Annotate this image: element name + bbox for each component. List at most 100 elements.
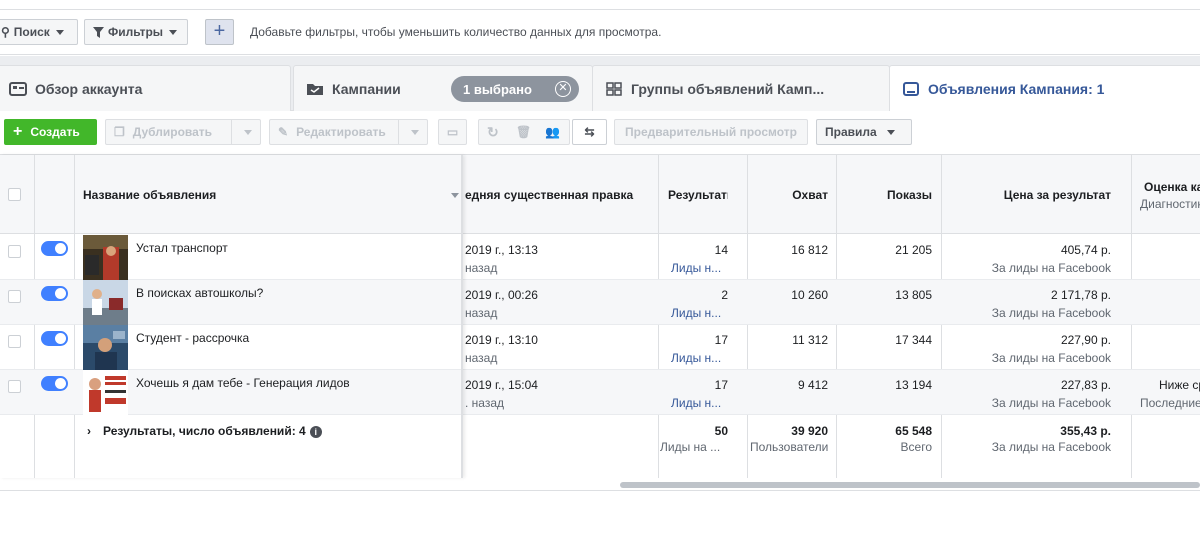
- chevron-right-icon[interactable]: ›: [87, 424, 91, 438]
- chevron-down-icon: [55, 29, 64, 35]
- duplicate-button[interactable]: ❐ Дублировать: [105, 119, 261, 145]
- column-quality[interactable]: Оценка ка: [1144, 180, 1200, 194]
- cost-type: За лиды на Facebook: [991, 396, 1111, 410]
- pencil-icon: ✎: [278, 125, 289, 139]
- results-type-link[interactable]: Лиды н...: [671, 261, 731, 275]
- results-type-link[interactable]: Лиды н...: [671, 351, 731, 365]
- ad-thumbnail: [83, 280, 128, 325]
- quality-ranking-sub: Последние: [1140, 396, 1200, 410]
- row-checkbox[interactable]: [8, 380, 21, 393]
- compare-icon: ⇆: [584, 125, 595, 139]
- ad-icon: [903, 82, 919, 96]
- row-checkbox[interactable]: [8, 290, 21, 303]
- results-type-link[interactable]: Лиды н...: [671, 306, 731, 320]
- last-edit-date: 2019 г., 13:13: [465, 243, 538, 257]
- cost-type: За лиды на Facebook: [991, 306, 1111, 320]
- ad-toggle[interactable]: [41, 241, 68, 256]
- row-checkbox[interactable]: [8, 245, 21, 258]
- select-all-checkbox[interactable]: [8, 188, 21, 201]
- users-icon[interactable]: 👥: [545, 125, 560, 139]
- preview-button[interactable]: Предварительный просмотр: [614, 119, 808, 145]
- reach-value: 16 812: [791, 243, 828, 257]
- impressions-value: 13 194: [895, 378, 932, 392]
- last-edit-ago: . назад: [465, 396, 505, 410]
- tab-ad-sets[interactable]: Группы объявлений Камп...: [592, 65, 890, 111]
- impressions-value: 17 344: [895, 333, 932, 347]
- ad-thumbnail: [83, 235, 128, 280]
- ad-name[interactable]: В поисках автошколы?: [136, 286, 456, 300]
- totals-label: Результаты, число объявлений: 4i: [103, 424, 443, 438]
- totals-reach: 39 920: [791, 424, 828, 438]
- ad-toggle[interactable]: [41, 331, 68, 346]
- totals-impressions-sub: Всего: [900, 440, 932, 454]
- tab-ads[interactable]: Объявления Кампания: 1: [889, 65, 1200, 112]
- clipboard-icon: ▭: [446, 125, 459, 139]
- totals-impressions: 65 548: [895, 424, 932, 438]
- compare-button[interactable]: ⇆: [572, 119, 607, 145]
- ad-toggle[interactable]: [41, 376, 68, 391]
- results-type-link[interactable]: Лиды н...: [671, 396, 731, 410]
- column-quality-sub: Диагностик: [1140, 197, 1200, 211]
- totals-cost: 355,43 р.: [1060, 424, 1111, 438]
- selected-count-pill[interactable]: 1 выбрано ✕: [451, 76, 579, 102]
- divider: [231, 120, 232, 144]
- table-row[interactable]: Устал транспорт 2019 г., 13:13 назад 14 …: [0, 235, 1200, 280]
- ad-toggle[interactable]: [41, 286, 68, 301]
- duplicate-icon: ❐: [114, 125, 125, 139]
- totals-results-sub: Лиды на ...: [660, 440, 721, 454]
- chevron-down-icon[interactable]: [244, 130, 252, 135]
- search-button[interactable]: ⚲ Поиск: [0, 19, 78, 45]
- trash-icon[interactable]: 🗑: [516, 125, 531, 139]
- quality-ranking: Ниже ср: [1159, 378, 1200, 392]
- results-value: 2: [721, 288, 728, 302]
- totals-cost-sub: За лиды на Facebook: [991, 440, 1111, 454]
- ad-thumbnail: [83, 325, 128, 370]
- row-checkbox[interactable]: [8, 335, 21, 348]
- chevron-down-icon[interactable]: [411, 130, 419, 135]
- create-button[interactable]: + Создать: [4, 119, 97, 145]
- table-row[interactable]: Хочешь я дам тебе - Генерация лидов 2019…: [0, 370, 1200, 415]
- column-reach[interactable]: Охват: [750, 188, 828, 202]
- rules-button[interactable]: Правила: [816, 119, 912, 145]
- ad-name[interactable]: Студент - рассрочка: [136, 331, 456, 345]
- ad-name[interactable]: Хочешь я дам тебе - Генерация лидов: [136, 376, 456, 390]
- column-cost-per-result[interactable]: Цена за результат: [945, 188, 1111, 202]
- last-edit-date: 2019 г., 13:10: [465, 333, 538, 347]
- filter-bar: ⚲ Поиск Фильтры + Добавьте фильтры, чтоб…: [0, 10, 1200, 55]
- column-name[interactable]: Название объявления: [83, 188, 423, 202]
- clipboard-button[interactable]: ▭: [438, 119, 467, 145]
- info-icon[interactable]: i: [309, 425, 322, 438]
- cost-type: За лиды на Facebook: [991, 261, 1111, 275]
- chevron-down-icon: [169, 29, 178, 35]
- ad-name[interactable]: Устал транспорт: [136, 241, 456, 255]
- close-icon[interactable]: ✕: [555, 81, 571, 97]
- totals-results: 50: [714, 424, 728, 438]
- column-results[interactable]: Результаты: [668, 188, 728, 202]
- filter-hint: Добавьте фильтры, чтобы уменьшить количе…: [250, 25, 662, 39]
- tab-account-overview[interactable]: Обзор аккаунта: [0, 65, 291, 111]
- column-last-edit[interactable]: едняя существенная правка: [465, 188, 655, 202]
- horizontal-scrollbar[interactable]: [620, 482, 1200, 488]
- ad-thumbnail: [83, 370, 128, 415]
- results-value: 17: [714, 378, 728, 392]
- filters-button[interactable]: Фильтры: [84, 19, 188, 45]
- edit-button[interactable]: ✎ Редактировать: [269, 119, 428, 145]
- column-impressions[interactable]: Показы: [840, 188, 932, 202]
- refresh-icon[interactable]: ↻: [487, 124, 499, 141]
- chevron-down-icon: [886, 129, 895, 135]
- level-tabs: Обзор аккаунта Кампании 1 выбрано ✕ Груп…: [0, 56, 1200, 112]
- table-row[interactable]: В поисках автошколы? 2019 г., 00:26 наза…: [0, 280, 1200, 325]
- cost-value: 405,74 р.: [1060, 243, 1111, 257]
- chevron-down-icon[interactable]: [451, 193, 459, 198]
- table-row[interactable]: Студент - рассрочка 2019 г., 13:10 назад…: [0, 325, 1200, 370]
- plus-icon: +: [13, 123, 23, 140]
- cost-value: 227,83 р.: [1060, 378, 1111, 392]
- table-bottom-border: [0, 490, 1200, 491]
- last-edit-ago: назад: [465, 261, 498, 275]
- top-border: [0, 0, 1200, 10]
- quick-actions-group: ↻ 🗑 👥: [478, 119, 570, 145]
- account-icon: [9, 81, 27, 96]
- add-filter-button[interactable]: +: [205, 19, 234, 45]
- cost-value: 227,90 р.: [1060, 333, 1111, 347]
- table-header: Название объявления едняя существенная п…: [0, 155, 1200, 234]
